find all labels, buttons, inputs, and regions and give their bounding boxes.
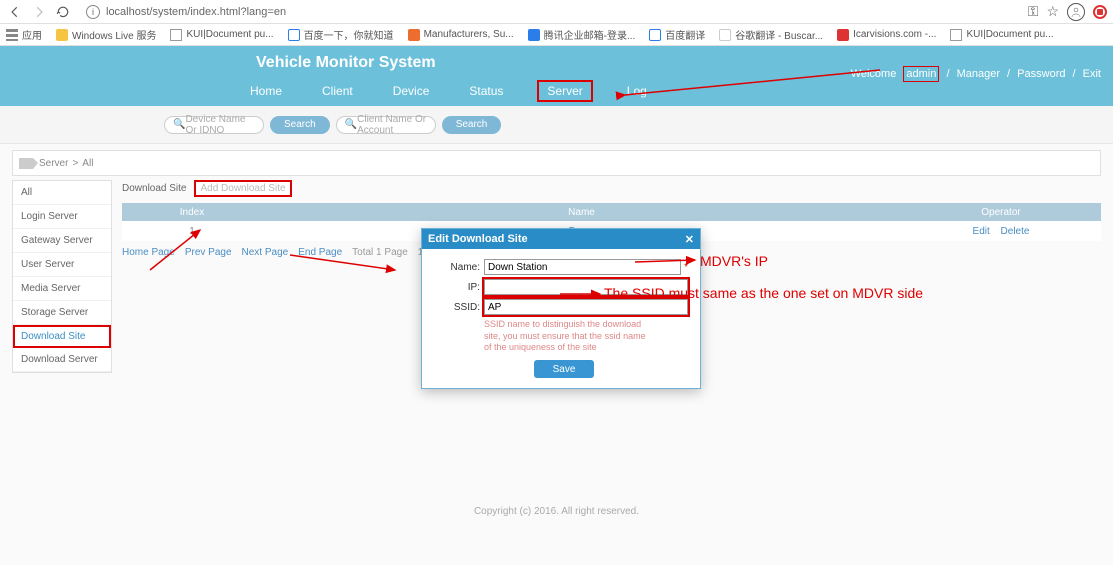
footer-copyright: Copyright (c) 2016. All right reserved.	[0, 506, 1113, 517]
bookmark-item[interactable]: KUI|Document pu...	[950, 29, 1053, 41]
sidebar-item-user-server[interactable]: User Server	[13, 253, 111, 277]
th-index: Index	[122, 207, 262, 218]
welcome-bar: Welcome admin / Manager / Password / Exi…	[849, 68, 1103, 80]
breadcrumb: Server > All	[12, 150, 1101, 176]
close-icon[interactable]: ✕	[685, 233, 694, 246]
sidebar-item-storage-server[interactable]: Storage Server	[13, 301, 111, 325]
nav-status[interactable]: Status	[463, 81, 509, 101]
device-search-button[interactable]: Search	[270, 116, 330, 134]
name-input[interactable]	[484, 259, 681, 275]
breadcrumb-all[interactable]: All	[82, 158, 93, 169]
ip-label: IP:	[440, 282, 480, 293]
welcome-text: Welcome	[851, 68, 897, 80]
device-search-input[interactable]: 🔍 Device Name Or IDNO	[164, 116, 264, 134]
bookmark-icon	[528, 29, 540, 41]
bookmark-icon	[837, 29, 849, 41]
forward-button[interactable]	[30, 3, 48, 21]
key-icon[interactable]: ⚿	[1028, 3, 1039, 20]
current-user[interactable]: admin	[903, 66, 939, 82]
app-header: Vehicle Monitor System Welcome admin / M…	[0, 46, 1113, 106]
star-icon[interactable]: ☆	[1046, 3, 1059, 20]
nav-log[interactable]: Log	[621, 81, 653, 101]
sidebar: AllLogin ServerGateway ServerUser Server…	[12, 180, 112, 373]
profile-icon[interactable]	[1067, 3, 1085, 21]
delete-link[interactable]: Delete	[1001, 226, 1030, 237]
link-exit[interactable]: Exit	[1083, 68, 1101, 80]
bookmark-item[interactable]: 百度一下，你就知道	[288, 27, 394, 42]
add-download-site-button[interactable]: Add Download Site	[194, 180, 291, 197]
sidebar-item-login-server[interactable]: Login Server	[13, 205, 111, 229]
bookmark-icon	[288, 29, 300, 41]
client-search-button[interactable]: Search	[442, 116, 502, 134]
bookmark-icon	[719, 29, 731, 41]
search-row: 🔍 Device Name Or IDNO Search 🔍 Client Na…	[0, 106, 1113, 144]
reload-button[interactable]	[54, 3, 72, 21]
bookmark-icon	[170, 29, 182, 41]
toolbar-label: Download Site	[122, 183, 186, 194]
bookmark-item[interactable]: Windows Live 服务	[56, 27, 156, 42]
back-button[interactable]	[6, 3, 24, 21]
bookmark-icon	[56, 29, 68, 41]
breadcrumb-icon	[19, 158, 33, 169]
info-icon: i	[86, 5, 100, 19]
name-label: Name:	[440, 262, 480, 273]
required-star: *	[684, 262, 688, 273]
edit-link[interactable]: Edit	[973, 226, 990, 237]
link-password[interactable]: Password	[1017, 68, 1065, 80]
bookmark-item[interactable]: KUI|Document pu...	[170, 29, 273, 41]
sidebar-item-media-server[interactable]: Media Server	[13, 277, 111, 301]
url-field[interactable]: i localhost/system/index.html?lang=en	[78, 2, 1020, 22]
ssid-input[interactable]	[484, 299, 688, 315]
url-text: localhost/system/index.html?lang=en	[106, 6, 286, 18]
th-name: Name	[262, 207, 901, 218]
client-search-input[interactable]: 🔍 Client Name Or Account	[336, 116, 436, 134]
bookmark-item[interactable]: Manufacturers, Su...	[408, 29, 514, 41]
save-button[interactable]: Save	[534, 360, 594, 378]
app-title: Vehicle Monitor System	[256, 54, 436, 72]
sidebar-item-download-server[interactable]: Download Server	[13, 348, 111, 372]
dialog-title-text: Edit Download Site	[428, 233, 528, 245]
field-ssid: SSID:	[440, 299, 688, 315]
pager-total: Total 1 Page	[352, 247, 408, 258]
ssid-label: SSID:	[440, 302, 480, 313]
dialog-titlebar[interactable]: Edit Download Site ✕	[422, 229, 700, 249]
bookmark-item[interactable]: 应用	[6, 27, 42, 42]
pager-end[interactable]: End Page	[298, 247, 342, 258]
bookmark-icon	[408, 29, 420, 41]
pager-next[interactable]: Next Page	[242, 247, 289, 258]
th-operator: Operator	[901, 207, 1101, 218]
bookmark-icon	[649, 29, 661, 41]
field-name: Name: *	[440, 259, 688, 275]
table-header-row: Index Name Operator	[122, 203, 1101, 221]
bookmark-item[interactable]: 百度翻译	[649, 27, 705, 42]
main-nav: Home Client Device Status Server Log	[244, 80, 653, 102]
edit-download-site-dialog: Edit Download Site ✕ Name: * IP: SSID: S…	[421, 228, 701, 389]
bookmark-icon	[6, 29, 18, 41]
breadcrumb-server[interactable]: Server	[39, 158, 68, 169]
bookmark-icon	[950, 29, 962, 41]
ssid-note: SSID name to distinguish the download si…	[484, 319, 654, 354]
field-ip: IP:	[440, 279, 688, 295]
link-manager[interactable]: Manager	[957, 68, 1000, 80]
cell-operator: Edit Delete	[901, 226, 1101, 237]
sidebar-item-all[interactable]: All	[13, 181, 111, 205]
pager-prev[interactable]: Prev Page	[185, 247, 232, 258]
ip-input[interactable]	[484, 279, 688, 295]
sidebar-item-download-site[interactable]: Download Site	[13, 325, 111, 348]
content-toolbar: Download Site Add Download Site	[122, 180, 1101, 197]
bookmark-bar: 应用 Windows Live 服务 KUI|Document pu... 百度一下，…	[0, 24, 1113, 46]
nav-server[interactable]: Server	[537, 80, 592, 102]
bookmark-item[interactable]: 谷歌翻译 - Buscar...	[719, 27, 823, 42]
bookmark-item[interactable]: Icarvisions.com -...	[837, 29, 936, 41]
cell-index: 1	[122, 226, 262, 237]
nav-client[interactable]: Client	[316, 81, 359, 101]
browser-toolbar: i localhost/system/index.html?lang=en ⚿ …	[0, 0, 1113, 24]
nav-device[interactable]: Device	[387, 81, 436, 101]
bookmark-item[interactable]: 腾讯企业邮箱-登录...	[528, 27, 636, 42]
sidebar-item-gateway-server[interactable]: Gateway Server	[13, 229, 111, 253]
extension-icon[interactable]	[1093, 5, 1107, 19]
pager-home[interactable]: Home Page	[122, 247, 175, 258]
nav-home[interactable]: Home	[244, 81, 288, 101]
